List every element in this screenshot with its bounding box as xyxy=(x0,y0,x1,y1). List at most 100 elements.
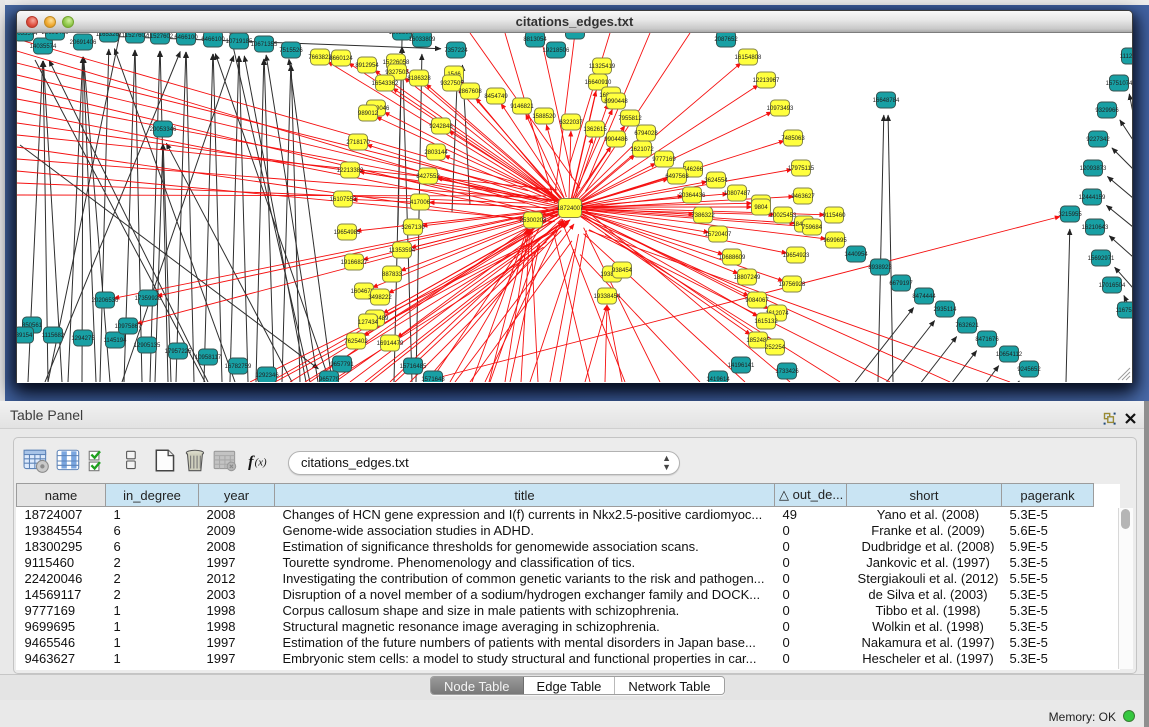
svg-text:1440954: 1440954 xyxy=(844,252,868,258)
svg-text:15692971: 15692971 xyxy=(1088,256,1115,262)
svg-text:8938923: 8938923 xyxy=(868,265,892,271)
svg-text:20364436: 20364436 xyxy=(679,193,706,199)
svg-text:10719185: 10719185 xyxy=(226,39,253,45)
svg-text:1115682: 1115682 xyxy=(42,333,65,339)
svg-text:11325419: 11325419 xyxy=(589,64,616,70)
svg-text:(x): (x) xyxy=(255,456,267,468)
svg-text:11653267: 11653267 xyxy=(96,33,123,38)
svg-text:19218506: 19218506 xyxy=(543,48,570,54)
svg-text:25300203: 25300203 xyxy=(520,218,547,224)
svg-text:2718170: 2718170 xyxy=(346,140,370,146)
svg-text:10975867: 10975867 xyxy=(115,324,142,330)
svg-text:417006: 417006 xyxy=(410,200,431,206)
svg-text:9115460: 9115460 xyxy=(823,213,847,219)
svg-text:8454749: 8454749 xyxy=(484,94,508,100)
svg-text:16210643: 16210643 xyxy=(1082,225,1109,231)
svg-text:8471676: 8471676 xyxy=(975,337,999,343)
svg-text:16033809: 16033809 xyxy=(389,33,416,36)
svg-text:1419614: 1419614 xyxy=(706,377,730,382)
svg-text:1571648: 1571648 xyxy=(421,377,445,382)
svg-text:9904486: 9904486 xyxy=(604,137,628,143)
svg-text:759684: 759684 xyxy=(802,225,823,231)
svg-text:1362615: 1362615 xyxy=(583,127,607,133)
svg-text:10671355: 10671355 xyxy=(251,42,278,48)
svg-text:965779: 965779 xyxy=(319,377,340,382)
svg-text:14035574: 14035574 xyxy=(17,33,38,37)
svg-text:11527602: 11527602 xyxy=(122,33,149,39)
svg-text:39154: 39154 xyxy=(17,333,33,339)
svg-text:17359928: 17359928 xyxy=(135,296,162,302)
svg-text:16914479: 16914479 xyxy=(377,341,404,347)
svg-text:11527602: 11527602 xyxy=(147,34,174,40)
svg-text:7632621: 7632621 xyxy=(955,323,979,329)
svg-text:8912954: 8912954 xyxy=(355,63,379,69)
svg-text:15720407: 15720407 xyxy=(705,232,732,238)
svg-text:10807487: 10807487 xyxy=(724,191,751,197)
svg-text:6497568: 6497568 xyxy=(665,174,689,180)
svg-text:9777169: 9777169 xyxy=(652,157,676,163)
svg-text:19166827: 19166827 xyxy=(341,260,368,266)
svg-text:19654923: 19654923 xyxy=(783,253,810,259)
svg-text:6322037: 6322037 xyxy=(559,120,583,126)
svg-text:19654985: 19654985 xyxy=(334,230,361,236)
svg-text:15716485: 15716485 xyxy=(400,364,427,370)
svg-text:8990448: 8990448 xyxy=(604,99,628,105)
svg-text:2087652: 2087652 xyxy=(714,37,738,43)
svg-text:6466100: 6466100 xyxy=(201,37,225,43)
svg-text:8813054: 8813054 xyxy=(523,37,547,43)
svg-text:1145194: 1145194 xyxy=(104,338,128,344)
svg-text:357232: 357232 xyxy=(565,33,586,35)
svg-text:2803144: 2803144 xyxy=(424,150,448,156)
svg-text:9084067: 9084067 xyxy=(745,298,769,304)
svg-text:7515526: 7515526 xyxy=(279,48,303,54)
svg-text:2935114: 2935114 xyxy=(934,307,958,313)
svg-text:8427552: 8427552 xyxy=(416,174,440,180)
svg-text:9463627: 9463627 xyxy=(791,194,815,200)
svg-text:6679197: 6679197 xyxy=(889,281,913,287)
svg-text:12213967: 12213967 xyxy=(753,78,780,84)
svg-text:3624554: 3624554 xyxy=(704,178,728,184)
svg-text:8186328: 8186328 xyxy=(407,76,431,82)
svg-text:3267130: 3267130 xyxy=(401,225,425,231)
svg-text:1112744: 1112744 xyxy=(1120,54,1132,60)
svg-text:8474444: 8474444 xyxy=(912,294,936,300)
svg-text:6794028: 6794028 xyxy=(634,131,658,137)
svg-text:1167533: 1167533 xyxy=(1116,308,1132,314)
svg-text:16648784: 16648784 xyxy=(873,98,900,104)
svg-text:938454: 938454 xyxy=(612,268,633,274)
svg-text:1733426: 1733426 xyxy=(775,369,799,375)
svg-text:10958117: 10958117 xyxy=(195,355,222,361)
svg-text:10654112: 10654112 xyxy=(996,352,1023,358)
svg-text:10688609: 10688609 xyxy=(719,255,746,261)
svg-text:16107553: 16107553 xyxy=(330,197,357,203)
svg-text:7485063: 7485063 xyxy=(781,136,805,142)
svg-text:7386322: 7386322 xyxy=(691,213,715,219)
svg-text:887833: 887833 xyxy=(382,272,403,278)
svg-text:18807249: 18807249 xyxy=(734,275,761,281)
svg-text:1615132: 1615132 xyxy=(754,319,778,325)
svg-text:17957225: 17957225 xyxy=(165,349,192,355)
svg-text:16782759: 16782759 xyxy=(225,364,252,370)
svg-text:16640910: 16640910 xyxy=(585,80,612,86)
svg-text:15751074: 15751074 xyxy=(1106,81,1132,87)
svg-text:19756928: 19756928 xyxy=(779,282,806,288)
svg-text:2867608: 2867608 xyxy=(458,89,482,95)
svg-text:1588520: 1588520 xyxy=(532,114,556,120)
svg-text:18724007: 18724007 xyxy=(557,206,584,212)
svg-text:19338454: 19338454 xyxy=(594,294,621,300)
svg-text:17016504: 17016504 xyxy=(1099,283,1126,289)
svg-text:9245652: 9245652 xyxy=(1017,367,1041,373)
svg-text:9699695: 9699695 xyxy=(823,238,847,244)
svg-text:9146821: 9146821 xyxy=(510,104,534,110)
svg-text:3498222: 3498222 xyxy=(368,295,392,301)
svg-text:9804: 9804 xyxy=(754,205,768,211)
svg-text:11353594: 11353594 xyxy=(389,248,416,254)
svg-text:17975115: 17975115 xyxy=(788,166,815,172)
svg-text:7955812: 7955812 xyxy=(618,116,642,122)
svg-text:12093873: 12093873 xyxy=(1080,166,1107,172)
svg-text:6466100: 6466100 xyxy=(174,35,198,41)
svg-text:9329966: 9329966 xyxy=(1095,108,1119,114)
svg-text:252254: 252254 xyxy=(765,345,786,351)
svg-text:9242848: 9242848 xyxy=(429,124,453,130)
svg-text:16033809: 16033809 xyxy=(409,37,436,43)
